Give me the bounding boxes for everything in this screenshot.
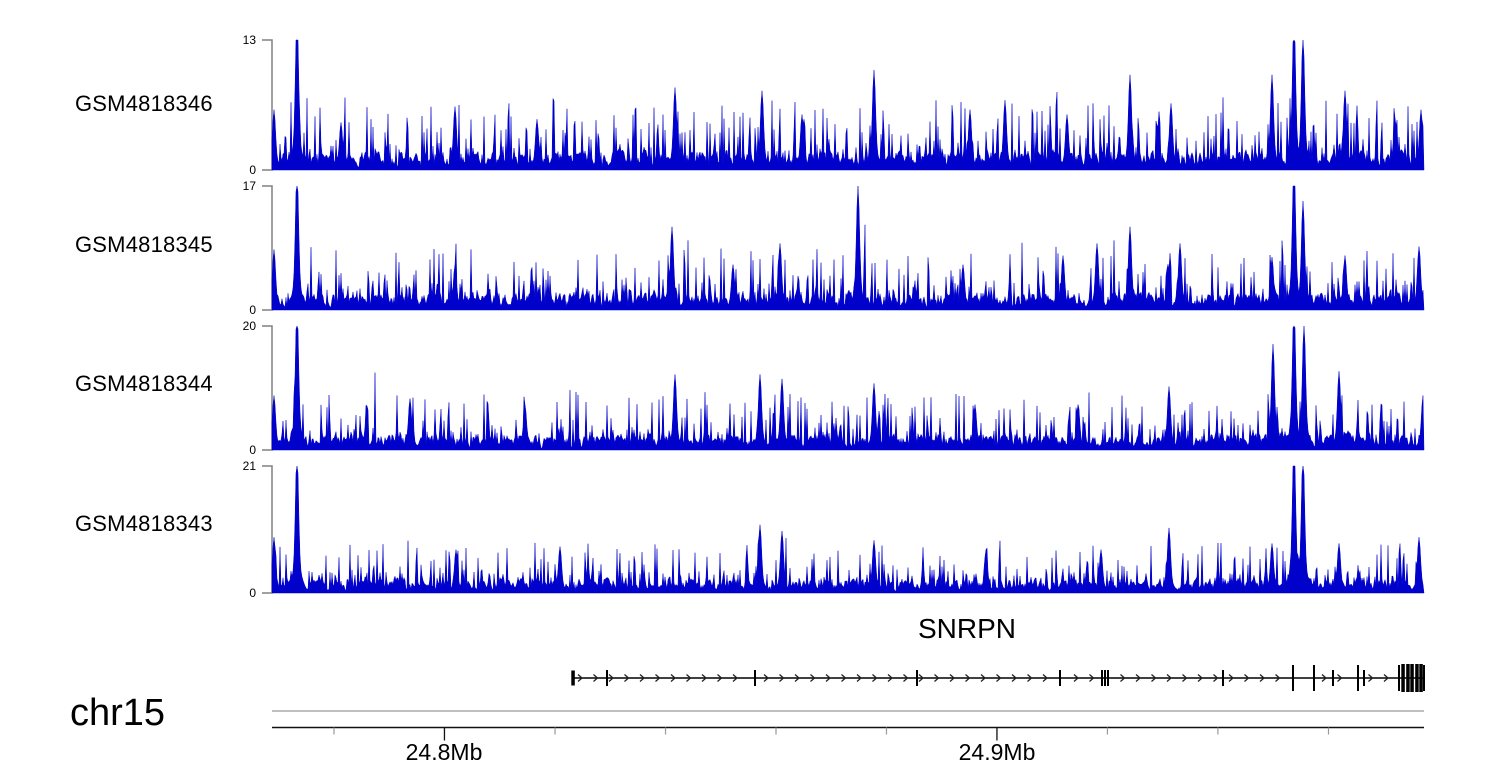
track4-ymax-label: 21	[200, 459, 256, 473]
genome-browser-figure: GSM4818346 GSM4818345 GSM4818344 GSM4818…	[0, 0, 1500, 780]
gene-exon-bar	[1107, 670, 1109, 686]
chromosome-label: chr15	[70, 692, 165, 735]
track2-yzero-label: 0	[200, 303, 256, 317]
track1-y-axis	[262, 40, 272, 170]
signal-track-2	[272, 186, 1424, 310]
gene-exon-bar	[571, 671, 575, 686]
gene-exon-bar	[1101, 670, 1103, 686]
track-label-3: GSM4818344	[75, 371, 245, 397]
track4-yzero-label: 0	[200, 586, 256, 600]
track-label-4: GSM4818343	[75, 511, 245, 537]
gene-exon-bar	[1363, 670, 1365, 686]
signal-track-4	[272, 466, 1424, 593]
gene-exon-bar	[1104, 670, 1106, 686]
track-label-1: GSM4818346	[75, 91, 245, 117]
gene-exon-bar	[1292, 665, 1294, 691]
track1-ymax-label: 13	[200, 33, 256, 47]
gene-exon-bar	[1398, 665, 1400, 691]
gene-exon-bar	[1406, 664, 1410, 692]
gene-exon-bar	[606, 670, 608, 686]
gene-exon-bar	[1415, 664, 1419, 692]
signal-track-1	[272, 40, 1424, 170]
gene-exon-bar	[1423, 665, 1425, 691]
track3-y-axis	[262, 326, 272, 450]
ruler-label-24-8mb: 24.8Mb	[406, 739, 483, 766]
track4-y-axis	[262, 466, 272, 593]
ruler-label-24-9mb: 24.9Mb	[959, 739, 1036, 766]
signal-track-3	[272, 326, 1424, 450]
gene-exon-bar	[1313, 665, 1315, 691]
gene-exon-bar	[1419, 664, 1423, 692]
gene-exon-bar	[1401, 664, 1405, 692]
gene-exon-bar	[754, 670, 756, 686]
track2-y-axis	[262, 186, 272, 310]
gene-exon-bar	[916, 670, 918, 686]
gene-name-label: SNRPN	[918, 613, 1016, 645]
gene-exon-bar	[1059, 670, 1061, 686]
track3-yzero-label: 0	[200, 443, 256, 457]
track2-ymax-label: 17	[200, 179, 256, 193]
gene-exon-bar	[1410, 664, 1414, 692]
gene-exon-bar	[1357, 665, 1359, 691]
track1-yzero-label: 0	[200, 163, 256, 177]
track3-ymax-label: 20	[200, 319, 256, 333]
track-label-2: GSM4818345	[75, 232, 245, 258]
gene-exon-bar	[1332, 670, 1334, 686]
gene-exon-bar	[1222, 670, 1224, 686]
